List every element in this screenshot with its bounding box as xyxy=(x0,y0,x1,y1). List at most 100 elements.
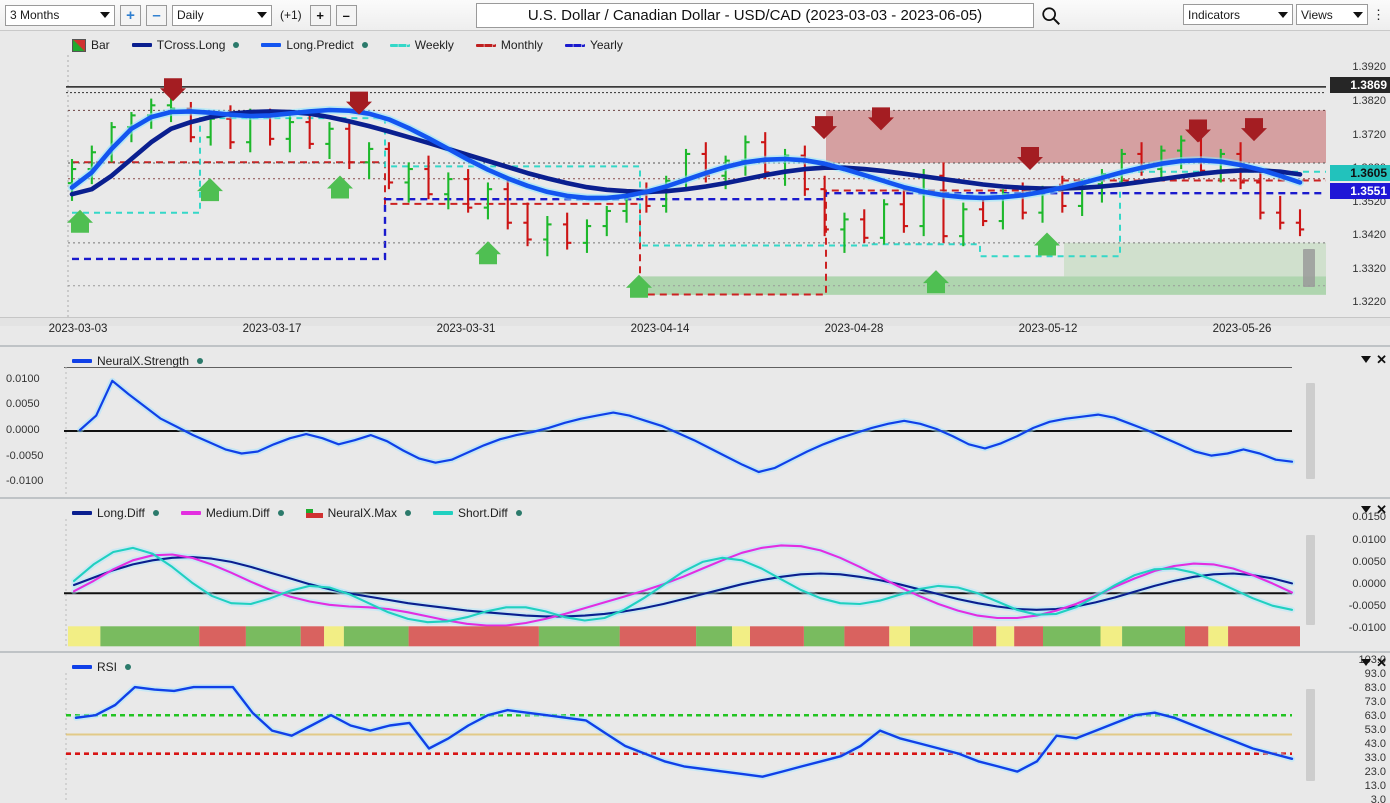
chevron-down-icon xyxy=(100,12,110,18)
neuralx-max-band xyxy=(1014,626,1043,647)
chevron-down-icon[interactable] xyxy=(1361,506,1372,513)
diff-tick: -0.0100 xyxy=(1348,622,1386,635)
strength-panel-controls: ✕ xyxy=(1361,353,1387,366)
legend-item-neuralx-max[interactable]: NeuralX.Max xyxy=(305,506,411,520)
symbol-input[interactable]: U.S. Dollar / Canadian Dollar - USD/CAD … xyxy=(476,3,1034,28)
price-marker-tag: 1.3869 xyxy=(1330,76,1390,93)
legend-item-neuralx-strength[interactable]: NeuralX.Strength xyxy=(72,354,204,368)
rsi-panel-controls: ✕ xyxy=(1361,656,1387,669)
rsi-tick: 43.0 xyxy=(1364,738,1386,750)
overflow-menu-icon[interactable]: ⋮ xyxy=(1371,7,1386,23)
neuralx-max-band-strip[interactable] xyxy=(68,626,1300,647)
neuralx-max-band xyxy=(343,626,409,647)
line-swatch-icon xyxy=(432,511,453,515)
date-tick: 2023-05-26 xyxy=(1212,323,1272,335)
price-plot-area[interactable] xyxy=(0,55,1330,320)
neuralx-max-band xyxy=(1185,626,1209,647)
legend-item-bar[interactable]: Bar xyxy=(72,38,110,52)
period-zoom-out-button[interactable]: – xyxy=(146,4,167,26)
rsi-y-axis: 103.0 93.0 83.0 73.0 63.0 53.0 43.0 33.0 23.0 13.… xyxy=(1332,654,1390,803)
price-tick: 1.3420 xyxy=(1352,229,1386,242)
legend-label: NeuralX.Strength xyxy=(97,354,190,368)
dashed-line-icon xyxy=(475,43,496,47)
rsi-tick: 23.0 xyxy=(1364,766,1386,778)
plot-background xyxy=(0,673,1300,801)
diff-plot-area[interactable] xyxy=(0,519,1300,649)
price-scroll-thumb[interactable] xyxy=(1303,249,1315,287)
bar-remove-button[interactable]: – xyxy=(335,4,357,26)
legend-item-long-predict[interactable]: Long.Predict xyxy=(261,38,368,52)
legend-settings-dot-icon[interactable] xyxy=(125,664,132,670)
toolbar-right-group: Indicators Views ⋮ xyxy=(1183,4,1386,25)
neuralx-max-band xyxy=(1100,626,1123,647)
legend-label: Monthly xyxy=(500,38,543,52)
neuralx-max-band xyxy=(1228,626,1300,647)
period-dropdown[interactable]: 3 Months xyxy=(5,4,115,26)
diff-tick: 0.0100 xyxy=(1352,533,1386,546)
legend-settings-dot-icon[interactable] xyxy=(404,510,411,516)
line-swatch-icon xyxy=(261,43,282,47)
neuralx-max-band xyxy=(619,626,697,647)
rsi-tick: 73.0 xyxy=(1364,696,1386,708)
date-tick: 2023-03-31 xyxy=(436,323,496,335)
interval-dropdown[interactable]: Daily xyxy=(172,4,272,26)
legend-label: Long.Diff xyxy=(97,506,145,520)
neuralx-max-band xyxy=(804,626,845,647)
strength-tick: -0.0100 xyxy=(6,475,44,488)
neuralx-max-band xyxy=(732,626,751,647)
chart-application: 3 Months + – Daily (+1) + – U.S. Dollar … xyxy=(0,0,1390,803)
bar-style-icon xyxy=(72,38,86,52)
price-chart-panel: Bar TCross.Long Long.Predict Weekly Monthly Y… xyxy=(0,31,1390,345)
plus-icon: + xyxy=(316,7,324,23)
chevron-down-icon[interactable] xyxy=(1361,356,1372,363)
legend-settings-dot-icon[interactable] xyxy=(152,510,159,516)
legend-settings-dot-icon[interactable] xyxy=(515,510,522,516)
legend-settings-dot-icon[interactable] xyxy=(233,42,240,48)
close-icon[interactable]: ✕ xyxy=(1376,503,1387,516)
legend-settings-dot-icon[interactable] xyxy=(277,510,284,516)
views-dropdown[interactable]: Views xyxy=(1296,4,1368,25)
neuralx-max-band xyxy=(68,626,101,647)
close-icon[interactable]: ✕ xyxy=(1376,353,1387,366)
rsi-scroll-thumb[interactable] xyxy=(1306,689,1315,781)
legend-item-tcross-long[interactable]: TCross.Long xyxy=(131,38,240,52)
views-label: Views xyxy=(1301,7,1333,22)
symbol-search-group: U.S. Dollar / Canadian Dollar - USD/CAD … xyxy=(476,3,1062,28)
legend-item-weekly[interactable]: Weekly xyxy=(389,38,454,52)
offset-label: (+1) xyxy=(280,8,302,22)
neuralx-max-band xyxy=(1122,626,1185,647)
strength-plot-area[interactable] xyxy=(0,367,1300,495)
symbol-value: U.S. Dollar / Canadian Dollar - USD/CAD … xyxy=(527,7,983,24)
legend-item-short-diff[interactable]: Short.Diff xyxy=(432,506,522,520)
neuralx-max-band xyxy=(324,626,344,647)
legend-item-long-diff[interactable]: Long.Diff xyxy=(72,506,159,520)
legend-item-monthly[interactable]: Monthly xyxy=(475,38,543,52)
diff-scroll-thumb[interactable] xyxy=(1306,535,1315,625)
strength-y-axis: 0.0100 0.0050 0.0000 -0.0050 -0.0100 xyxy=(0,367,56,495)
line-swatch-icon xyxy=(72,359,92,363)
close-icon[interactable]: ✕ xyxy=(1376,656,1387,669)
strength-scroll-thumb[interactable] xyxy=(1306,383,1315,479)
search-icon[interactable] xyxy=(1040,5,1062,27)
chevron-down-icon[interactable] xyxy=(1361,659,1372,666)
diff-tick: 0.0050 xyxy=(1352,555,1386,568)
indicators-dropdown[interactable]: Indicators xyxy=(1183,4,1293,25)
neuralx-max-band xyxy=(910,626,973,647)
legend-item-rsi[interactable]: RSI xyxy=(72,660,132,674)
rsi-plot-area[interactable] xyxy=(0,673,1300,801)
price-tick: 1.3320 xyxy=(1352,262,1386,275)
neuralx-max-band xyxy=(996,626,1015,647)
neuralx-max-band xyxy=(889,626,910,647)
diff-legend: Long.Diff Medium.Diff NeuralX.Max Short.Dif… xyxy=(72,506,522,520)
legend-item-medium-diff[interactable]: Medium.Diff xyxy=(180,506,284,520)
diff-tick: 0.0000 xyxy=(1352,578,1386,590)
legend-settings-dot-icon[interactable] xyxy=(197,358,204,364)
price-tick: 1.3220 xyxy=(1352,296,1386,309)
legend-label: Yearly xyxy=(589,38,623,52)
period-zoom-in-button[interactable]: + xyxy=(120,4,141,26)
legend-settings-dot-icon[interactable] xyxy=(361,42,368,48)
bar-add-button[interactable]: + xyxy=(309,4,331,26)
neuralx-max-band xyxy=(538,626,620,647)
legend-item-yearly[interactable]: Yearly xyxy=(564,38,623,52)
neuralx-max-band xyxy=(844,626,890,647)
